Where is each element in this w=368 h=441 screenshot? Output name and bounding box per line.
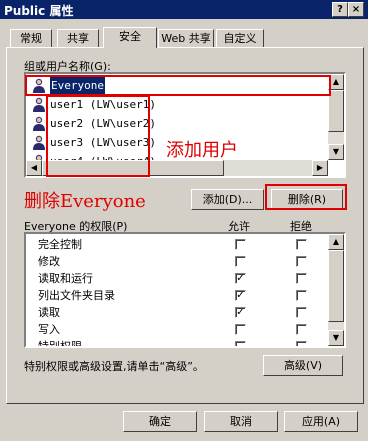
window-title: Public 属性 [4,4,74,18]
permission-label: 列出文件夹目录 [38,289,115,302]
scroll-down-arrow-icon[interactable]: ▼ [328,144,344,160]
allow-checkbox[interactable]: ✓ [235,290,246,301]
allow-checkbox[interactable] [235,324,246,335]
user-icon [33,135,45,150]
tab-sharing[interactable]: 共享 [57,29,99,48]
scroll-left-arrow-icon[interactable]: ◀ [26,160,42,176]
user-icon [33,97,45,112]
deny-checkbox[interactable] [296,239,307,250]
tab-custom[interactable]: 自定义 [216,29,264,48]
perm-scroll-up-arrow-icon[interactable]: ▲ [328,234,344,250]
close-button[interactable]: × [348,2,364,17]
ok-button[interactable]: 确定 [123,411,197,432]
advanced-button[interactable]: 高级(V) [263,355,343,376]
deny-checkbox[interactable] [296,256,307,267]
help-button[interactable]: ? [332,2,348,17]
permissions-vscrollbar[interactable]: ▲ ▼ [328,234,344,346]
perm-scroll-thumb[interactable] [328,250,344,322]
deny-checkbox[interactable] [296,273,307,284]
title-bar: Public 属性 ? × [0,0,368,19]
add-users-annotation: 添加用户 [166,140,238,161]
deny-checkbox[interactable] [296,290,307,301]
permission-label: 读取和运行 [38,272,93,285]
cancel-button[interactable]: 取消 [204,411,278,432]
permission-label: 读取 [38,306,60,319]
allow-checkbox[interactable] [235,256,246,267]
allow-checkbox[interactable] [235,239,246,250]
user-icon [33,116,45,131]
tab-web-sharing[interactable]: Web 共享 [158,29,214,48]
allow-checkbox[interactable]: ✓ [235,307,246,318]
deny-checkbox[interactable] [296,324,307,335]
advanced-hint: 特别权限或高级设置,请单击“高级”。 [24,360,204,373]
allow-checkbox[interactable]: ✓ [235,273,246,284]
permission-label: 特别权限 [38,340,82,348]
remove-highlight-box [265,184,347,210]
deny-checkbox[interactable] [296,341,307,346]
deny-checkbox[interactable] [296,307,307,318]
permission-label: 修改 [38,255,60,268]
scroll-right-arrow-icon[interactable]: ▶ [312,160,328,176]
permissions-list: 完全控制修改读取和运行 ✓ 列出文件夹目录 ✓ 读取 ✓ 写入特别权限 ▲ ▼ [24,232,346,348]
everyone-highlight-box [25,75,331,96]
permission-label: 写入 [38,323,60,336]
allow-checkbox[interactable] [235,341,246,346]
add-button[interactable]: 添加(D)... [191,189,264,210]
tab-security[interactable]: 安全 [103,27,157,48]
new-users-highlight-box [46,95,150,177]
permission-label: 完全控制 [38,238,82,251]
perm-scroll-down-arrow-icon[interactable]: ▼ [328,330,344,346]
scroll-thumb[interactable] [328,90,344,132]
tab-general[interactable]: 常规 [10,29,52,48]
apply-button[interactable]: 应用(A) [284,411,358,432]
remove-everyone-annotation: 删除Everyone [24,191,146,212]
